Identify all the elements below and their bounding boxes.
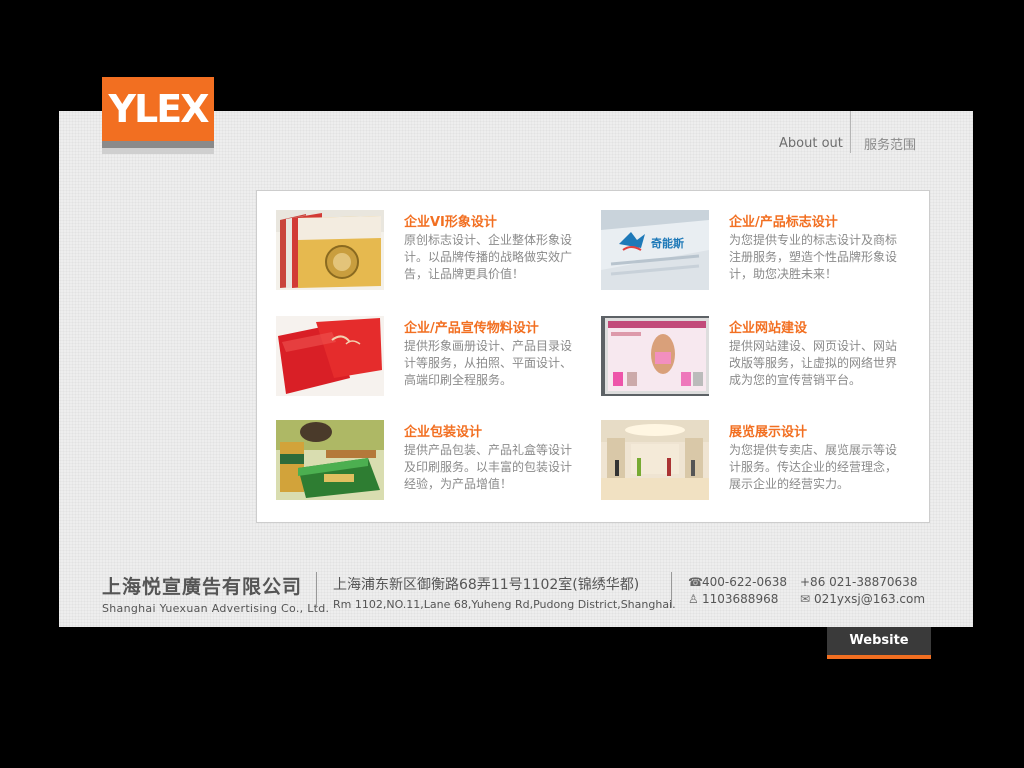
logo-print-text: 奇能斯: [651, 236, 684, 250]
nav-about-link[interactable]: About out: [779, 136, 843, 151]
service-item-website[interactable]: 企业网站建设 提供网站建设、网页设计、网站改版等服务，让虚拟的网络世界成为您的宣…: [601, 316, 921, 406]
service-description: 原创标志设计、企业整体形象设计。以品牌传播的战略做实效广告，让品牌更具价值！: [404, 233, 573, 281]
phone-icon: ☎: [688, 575, 703, 589]
footer-divider: [671, 572, 672, 608]
service-description: 提供网站建设、网页设计、网站改版等服务，让虚拟的网络世界成为您的宣传营销平台。: [729, 339, 898, 387]
website-screen-photo: [601, 316, 709, 396]
company-name-cn: 上海悦宣廣告有限公司: [102, 576, 303, 598]
service-item-logo[interactable]: 奇能斯 企业/产品标志设计 为您提供专业的标志设计及商标注册服务，塑造个性品牌形…: [601, 210, 921, 300]
qq-icon: ♙: [688, 592, 699, 606]
company-name-en: Shanghai Yuexuan Advertising Co., Ltd.: [102, 602, 330, 615]
top-nav: About out 服务范围: [0, 111, 1024, 153]
address-cn: 上海浦东新区御衡路68弄11号1102室(锦绣华都): [333, 577, 640, 593]
service-title: 企业VI形象设计: [404, 215, 497, 230]
service-title: 企业包装设计: [404, 425, 483, 440]
phone-number-2: +86 021-38870638: [800, 575, 918, 589]
red-brochures-photo: [276, 316, 384, 396]
website-button[interactable]: Website: [827, 627, 931, 659]
service-description: 为您提供专业的标志设计及商标注册服务，塑造个性品牌形象设计，助您决胜未来！: [729, 233, 898, 281]
email-icon: ✉: [800, 592, 811, 606]
service-description: 提供形象画册设计、产品目录设计等服务，从拍照、平面设计、高端印刷全程服务。: [404, 339, 573, 387]
vi-books-photo: [276, 210, 384, 290]
service-item-exhibition[interactable]: 展览展示设计 为您提供专卖店、展览展示等设计服务。传达企业的经营理念，展示企业的…: [601, 420, 921, 510]
email-address[interactable]: 021yxsj@163.com: [814, 592, 925, 606]
service-item-vi[interactable]: 企业VI形象设计 原创标志设计、企业整体形象设计。以品牌传播的战略做实效广告，让…: [276, 210, 596, 300]
phone-number: 400-622-0638: [702, 575, 788, 589]
service-title: 企业/产品标志设计: [729, 215, 838, 230]
logo-print-photo: 奇能斯: [601, 210, 709, 290]
qq-number: 1103688968: [702, 592, 779, 606]
services-box: 企业VI形象设计 原创标志设计、企业整体形象设计。以品牌传播的战略做实效广告，让…: [256, 190, 930, 523]
tea-packaging-photo: [276, 420, 384, 500]
service-item-packaging[interactable]: 企业包装设计 提供产品包装、产品礼盒等设计及印刷服务。以丰富的包装设计经验，为产…: [276, 420, 596, 510]
company-logo[interactable]: YLEX: [102, 77, 214, 141]
nav-service-link[interactable]: 服务范围: [864, 134, 916, 153]
service-item-materials[interactable]: 企业/产品宣传物料设计 提供形象画册设计、产品目录设计等服务，从拍照、平面设计、…: [276, 316, 596, 406]
service-title: 展览展示设计: [729, 425, 808, 440]
address-en: Rm 1102,NO.11,Lane 68,Yuheng Rd,Pudong D…: [333, 598, 676, 611]
service-description: 为您提供专卖店、展览展示等设计服务。传达企业的经营理念，展示企业的经营实力。: [729, 443, 898, 491]
service-title: 企业/产品宣传物料设计: [404, 321, 539, 336]
service-description: 提供产品包装、产品礼盒等设计及印刷服务。以丰富的包装设计经验，为产品增值！: [404, 443, 573, 491]
nav-divider: [850, 111, 851, 153]
footer-company: 上海悦宣廣告有限公司 Shanghai Yuexuan Advertising …: [102, 572, 329, 615]
exhibition-hall-photo: [601, 420, 709, 500]
footer-contact: ☎400-622-0638 +86 021-38870638 ♙ 11036889…: [688, 575, 933, 609]
service-title: 企业网站建设: [729, 321, 808, 336]
footer-address: 上海浦东新区御衡路68弄11号1102室(锦绣华都) Rm 1102,NO.11…: [333, 574, 676, 611]
footer-divider: [316, 572, 317, 608]
